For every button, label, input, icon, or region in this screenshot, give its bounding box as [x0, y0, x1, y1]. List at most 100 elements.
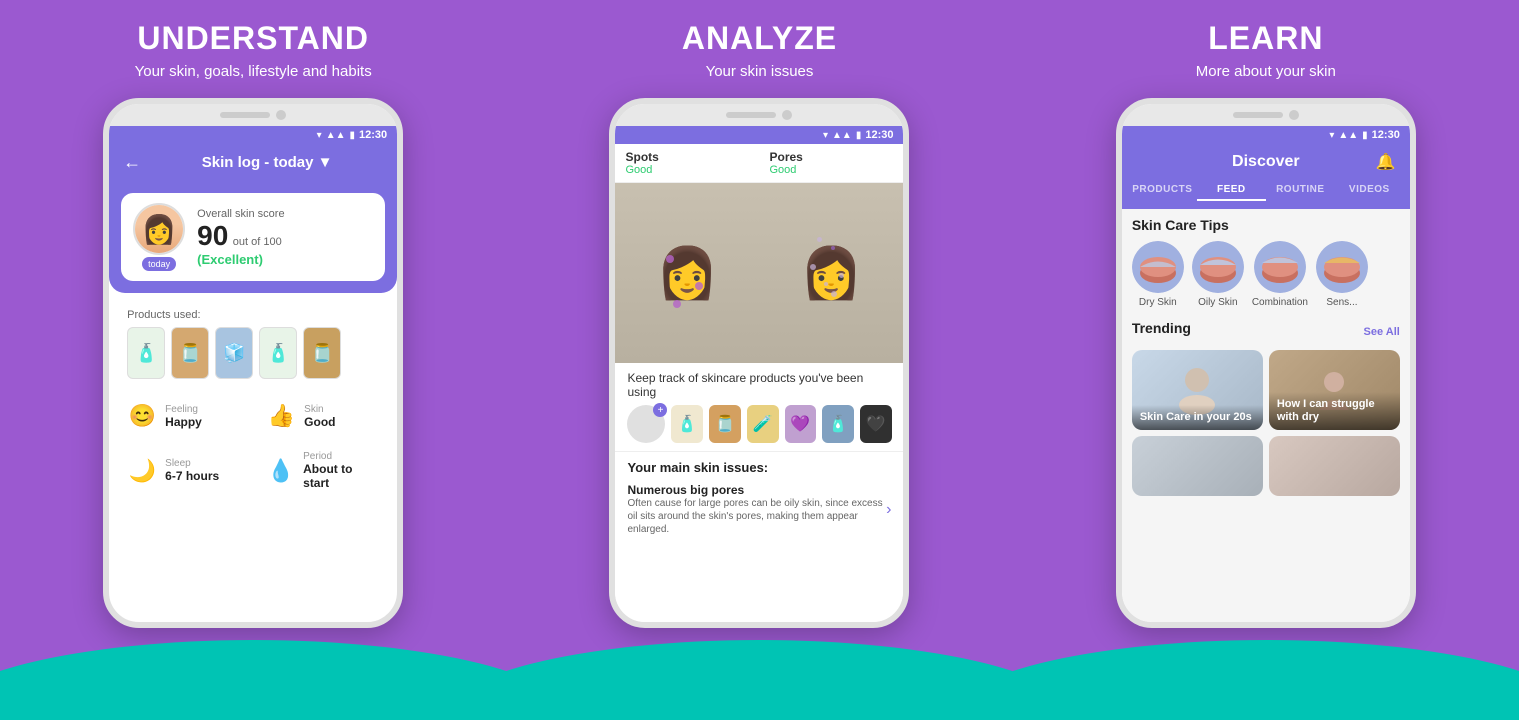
- battery-icon: ▮: [350, 130, 356, 141]
- analyze-phone: ▾ ▲▲ ▮ 12:30 Spots Good Pores Good 👩: [609, 98, 909, 628]
- score-outof: out of 100: [233, 236, 282, 248]
- stats-grid: 😊 Feeling Happy 👍 Skin Good 🌙 Sleep 6-7 …: [117, 395, 389, 498]
- trending-card-4[interactable]: [1269, 436, 1400, 496]
- track-title: Keep track of skincare products you've b…: [627, 371, 891, 399]
- tab-videos[interactable]: VIDEOS: [1335, 180, 1404, 201]
- learn-time: 12:30: [1372, 129, 1400, 141]
- track-product-6[interactable]: 🖤: [860, 405, 892, 443]
- understand-subtitle: Your skin, goals, lifestyle and habits: [135, 63, 372, 80]
- learn-tabs: PRODUCTS FEED ROUTINE VIDEOS: [1122, 180, 1410, 209]
- avatar: 👩: [133, 203, 185, 255]
- analyze-panel: ANALYZE Your skin issues ▾ ▲▲ ▮ 12:30 Sp…: [506, 0, 1012, 720]
- see-all-button[interactable]: See All: [1364, 326, 1400, 338]
- teal-arch-analyze: [506, 640, 1012, 720]
- learn-signal-icon: ▲▲: [1338, 130, 1358, 141]
- trending-card-2[interactable]: How I can struggle with dry: [1269, 350, 1400, 430]
- track-product-5[interactable]: 🧴: [822, 405, 854, 443]
- products-row: 🧴 🫙 🧊 🧴 🫙: [127, 327, 379, 379]
- tip-sensitive[interactable]: Sens...: [1316, 241, 1368, 308]
- issue-chevron-icon[interactable]: ›: [886, 501, 891, 519]
- product-4[interactable]: 🧴: [259, 327, 297, 379]
- learn-camera: [1289, 110, 1299, 120]
- stat-feeling: 😊 Feeling Happy: [117, 395, 250, 437]
- analyze-signal-icon: ▲▲: [832, 130, 852, 141]
- score-rating: (Excellent): [197, 252, 373, 267]
- period-label: Period: [303, 451, 379, 462]
- score-label: Overall skin score: [197, 208, 373, 220]
- status-time: 12:30: [359, 129, 387, 141]
- issues-title: Your main skin issues:: [627, 460, 891, 475]
- dry-skin-icon: [1132, 241, 1184, 293]
- pores-dots: [759, 183, 903, 363]
- analyze-content: Spots Good Pores Good 👩: [615, 144, 903, 628]
- understand-title: UNDERSTAND: [137, 20, 369, 57]
- face-analysis-row: 👩 👩: [615, 183, 903, 363]
- track-product-2[interactable]: 🫙: [709, 405, 741, 443]
- spots-label: Spots Good: [615, 144, 759, 183]
- face-pores: 👩: [759, 183, 903, 363]
- analyze-subtitle: Your skin issues: [706, 63, 814, 80]
- dry-skin-label: Dry Skin: [1139, 297, 1177, 308]
- product-5[interactable]: 🫙: [303, 327, 341, 379]
- analyze-title: ANALYZE: [682, 20, 837, 57]
- phone-camera: [276, 110, 286, 120]
- teal-arch-understand: [0, 640, 506, 720]
- track-product-1[interactable]: 🧴: [671, 405, 703, 443]
- trending-card-1[interactable]: Skin Care in your 20s: [1132, 350, 1263, 430]
- track-product-4[interactable]: 💜: [785, 405, 817, 443]
- track-product-3[interactable]: 🧪: [747, 405, 779, 443]
- bell-icon[interactable]: 🔔: [1376, 152, 1396, 172]
- combination-label: Combination: [1252, 297, 1308, 308]
- wifi-icon: ▾: [317, 130, 322, 141]
- card-1-overlay: Skin Care in your 20s: [1132, 405, 1263, 430]
- card-1-title: Skin Care in your 20s: [1140, 411, 1255, 424]
- sleep-value: 6-7 hours: [165, 469, 219, 483]
- back-button[interactable]: ←: [123, 152, 141, 173]
- period-value: About to start: [303, 462, 379, 490]
- issues-section: Your main skin issues: Numerous big pore…: [615, 452, 903, 548]
- learn-wifi-icon: ▾: [1329, 130, 1334, 141]
- skin-icon: 👍: [266, 403, 296, 429]
- track-products-row: + 🧴 🫙 🧪 💜 🧴 🖤: [627, 405, 891, 443]
- phone-speaker: [220, 112, 270, 118]
- stat-period: 💧 Period About to start: [256, 443, 389, 498]
- feeling-value: Happy: [165, 415, 202, 429]
- trending-header: Trending See All: [1132, 320, 1400, 344]
- tip-combination[interactable]: Combination: [1252, 241, 1308, 308]
- tip-dry-skin[interactable]: Dry Skin: [1132, 241, 1184, 308]
- product-3[interactable]: 🧊: [215, 327, 253, 379]
- add-product-button[interactable]: +: [627, 405, 665, 443]
- discover-title: Discover: [1156, 153, 1376, 171]
- discover-header: Discover 🔔: [1122, 144, 1410, 180]
- oily-skin-label: Oily Skin: [1198, 297, 1237, 308]
- score-text: Overall skin score 90 out of 100 (Excell…: [197, 208, 373, 267]
- product-1[interactable]: 🧴: [127, 327, 165, 379]
- today-badge: today: [142, 257, 176, 271]
- card-2-overlay: How I can struggle with dry: [1269, 392, 1400, 430]
- understand-panel: UNDERSTAND Your skin, goals, lifestyle a…: [0, 0, 506, 720]
- products-section: Products used: 🧴 🫙 🧊 🧴 🫙: [117, 301, 389, 387]
- products-label: Products used:: [127, 309, 379, 321]
- sleep-label: Sleep: [165, 458, 219, 469]
- product-2[interactable]: 🫙: [171, 327, 209, 379]
- skin-tips-row: Dry Skin Oily Skin: [1132, 241, 1400, 308]
- trending-heading: Trending: [1132, 320, 1191, 336]
- skin-care-tips-heading: Skin Care Tips: [1132, 217, 1400, 233]
- tab-products[interactable]: PRODUCTS: [1128, 180, 1197, 201]
- track-section: Keep track of skincare products you've b…: [615, 363, 903, 452]
- stat-skin: 👍 Skin Good: [256, 395, 389, 437]
- tab-feed[interactable]: FEED: [1197, 180, 1266, 201]
- tab-routine[interactable]: ROUTINE: [1266, 180, 1335, 201]
- tip-oily-skin[interactable]: Oily Skin: [1192, 241, 1244, 308]
- analyze-time: 12:30: [865, 129, 893, 141]
- score-number: 90: [197, 220, 228, 251]
- analyze-status-bar: ▾ ▲▲ ▮ 12:30: [615, 126, 903, 144]
- learn-title: LEARN: [1208, 20, 1323, 57]
- trending-card-3[interactable]: [1132, 436, 1263, 496]
- analyze-notch: [615, 104, 903, 126]
- header-title: Skin log - today ▼: [151, 154, 383, 171]
- oily-skin-icon: [1192, 241, 1244, 293]
- learn-phone: ▾ ▲▲ ▮ 12:30 Discover 🔔 PRODUCTS FEED RO…: [1116, 98, 1416, 628]
- pores-label: Pores Good: [759, 144, 903, 183]
- learn-content-area: Skin Care Tips Dry Skin: [1122, 209, 1410, 628]
